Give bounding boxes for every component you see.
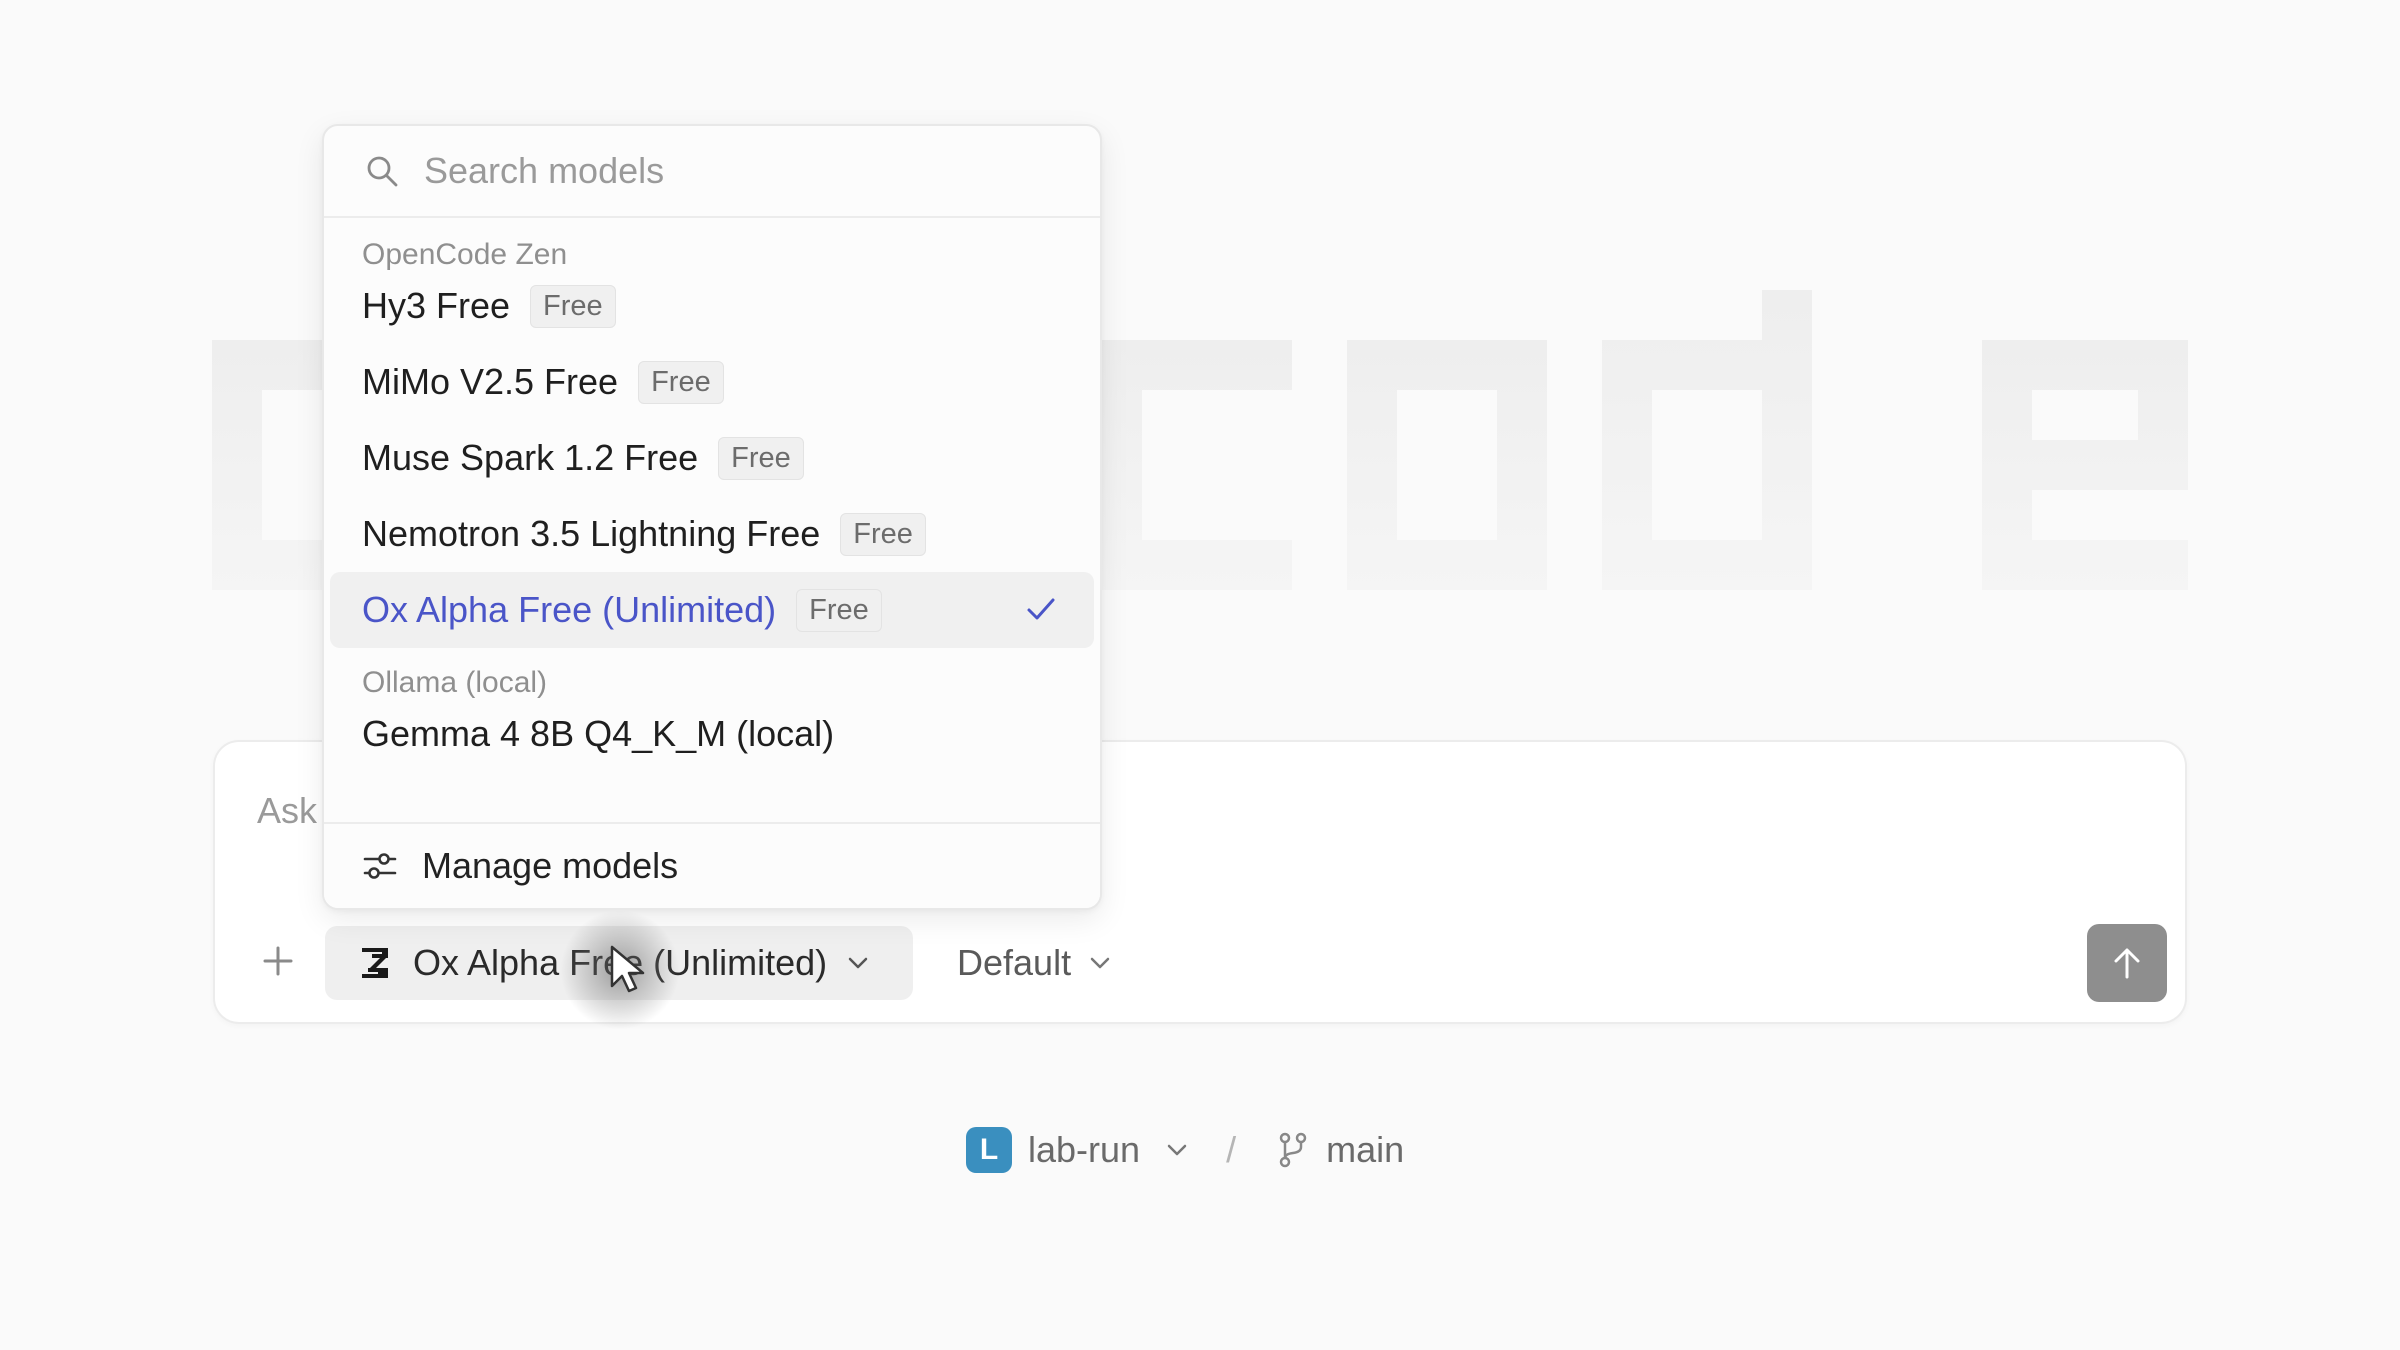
- sliders-icon: [363, 853, 397, 879]
- free-badge: Free: [796, 588, 882, 632]
- model-list: OpenCode Zen Hy3 Free Free MiMo V2.5 Fre…: [324, 218, 1100, 828]
- search-icon: [367, 156, 398, 187]
- project-avatar[interactable]: L: [966, 1127, 1012, 1173]
- workspace-bar: L lab-run / main: [966, 1126, 1404, 1174]
- free-badge: Free: [638, 360, 724, 404]
- chevron-down-icon: [848, 957, 868, 969]
- model-name: Hy3 Free: [362, 285, 511, 326]
- model-item-gemma-4-8b-local[interactable]: Gemma 4 8B Q4_K_M (local): [330, 696, 1094, 772]
- manage-models-button[interactable]: Manage models: [324, 822, 1100, 908]
- project-name[interactable]: lab-run: [1028, 1129, 1140, 1171]
- free-badge: Free: [840, 512, 926, 556]
- agent-selector-label: Default: [957, 942, 1072, 983]
- chevron-down-icon: [1090, 957, 1110, 969]
- group-label-opencode-zen: OpenCode Zen: [362, 238, 568, 271]
- model-name: MiMo V2.5 Free: [362, 361, 619, 402]
- group-label-ollama-local: Ollama (local): [362, 666, 548, 699]
- agent-selector-button[interactable]: Default: [957, 926, 1111, 1000]
- zen-logo-icon: [362, 948, 388, 978]
- model-item-muse-spark-1-2-free[interactable]: Muse Spark 1.2 Free Free: [330, 420, 1094, 496]
- model-item-nemotron-3-5-lightning-free[interactable]: Nemotron 3.5 Lightning Free Free: [330, 496, 1094, 572]
- model-name: Nemotron 3.5 Lightning Free: [362, 513, 821, 554]
- model-search-input[interactable]: [424, 150, 1044, 192]
- model-name: Gemma 4 8B Q4_K_M (local): [362, 713, 835, 754]
- plus-icon: [263, 946, 293, 976]
- model-item-hy3-free[interactable]: Hy3 Free Free: [330, 268, 1094, 344]
- cursor-icon: [610, 945, 645, 993]
- manage-models-label: Manage models: [422, 845, 679, 886]
- free-badge: Free: [530, 284, 616, 328]
- model-item-ox-alpha-free-unlimited[interactable]: Ox Alpha Free (Unlimited) Free: [330, 572, 1094, 648]
- arrow-up-icon: [2114, 948, 2140, 979]
- branch-icon: [1279, 1132, 1307, 1168]
- model-item-mimo-v2-5-free[interactable]: MiMo V2.5 Free Free: [330, 344, 1094, 420]
- check-icon: [1027, 598, 1055, 620]
- add-attachment-button[interactable]: [253, 936, 303, 986]
- prompt-input[interactable]: Ask: [257, 790, 317, 832]
- branch-name[interactable]: main: [1326, 1129, 1404, 1171]
- model-picker-dropdown: OpenCode Zen Hy3 Free Free MiMo V2.5 Fre…: [322, 124, 1102, 910]
- chevron-down-icon[interactable]: [1166, 1143, 1188, 1157]
- free-badge: Free: [718, 436, 804, 480]
- model-search-row: [324, 126, 1100, 218]
- breadcrumb-separator: /: [1226, 1129, 1237, 1170]
- send-button[interactable]: [2087, 924, 2167, 1002]
- model-name: Muse Spark 1.2 Free: [362, 437, 699, 478]
- model-name: Ox Alpha Free (Unlimited): [362, 589, 777, 630]
- app-window: Ask Ox Alpha Free (Unlimited) Default: [0, 0, 2400, 1350]
